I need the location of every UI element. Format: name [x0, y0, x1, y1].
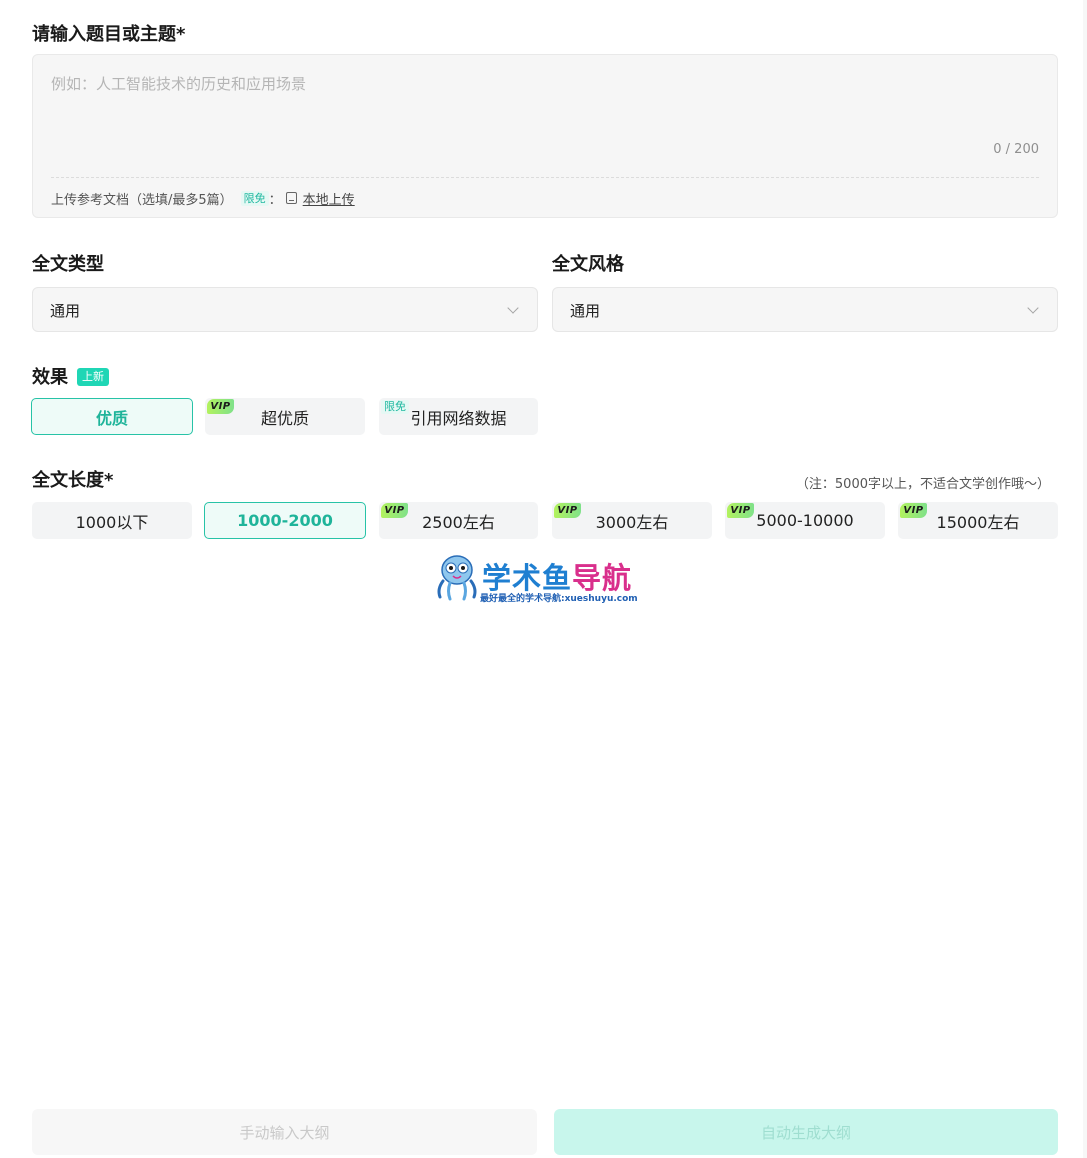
page: 请输入题目或主题* 例如：人工智能技术的历史和应用场景 0 / 200 上传参考…	[0, 0, 1087, 1158]
length-note: （注：5000字以上，不适合文学创作哦～）	[795, 477, 1050, 492]
logo-title-accent: 导航	[572, 561, 633, 595]
length-label: 全文长度*	[32, 470, 114, 491]
manual-outline-button[interactable]: 手动输入大纲	[32, 1109, 537, 1155]
length-option-label: 5000-10000	[756, 511, 854, 530]
length-option-under-1000[interactable]: 1000以下	[32, 502, 192, 539]
free-tag: 限免	[240, 190, 269, 206]
length-option-2500[interactable]: VIP 2500左右	[379, 502, 538, 539]
effect-option-quality[interactable]: 优质	[31, 398, 193, 435]
scrollbar-track[interactable]	[1083, 0, 1087, 1158]
upload-row: 上传参考文档（选填/最多5篇） 限免 ： 本地上传	[51, 189, 355, 208]
length-option-label: 3000左右	[595, 512, 669, 532]
type-select[interactable]: 通用	[32, 287, 538, 332]
new-badge: 上新	[77, 368, 109, 386]
effect-label: 效果	[32, 367, 68, 388]
topic-divider	[51, 177, 1039, 178]
effect-option-web-data[interactable]: 限免 引用网络数据	[379, 398, 538, 435]
length-option-5000-10000[interactable]: VIP 5000-10000	[725, 502, 885, 539]
effect-option-premium[interactable]: VIP 超优质	[205, 398, 365, 435]
file-icon	[285, 192, 297, 204]
length-option-3000[interactable]: VIP 3000左右	[552, 502, 712, 539]
style-select[interactable]: 通用	[552, 287, 1058, 332]
vip-icon: VIP	[381, 503, 408, 518]
octopus-mascot-icon	[437, 555, 477, 601]
length-option-15000[interactable]: VIP 15000左右	[898, 502, 1058, 539]
vip-icon: VIP	[554, 503, 581, 518]
upload-text: 上传参考文档（选填/最多5篇）	[51, 192, 233, 208]
vip-icon: VIP	[900, 503, 927, 518]
free-tag: 限免	[381, 400, 409, 414]
logo-title-main: 学术鱼	[482, 561, 573, 595]
type-label: 全文类型	[32, 254, 104, 275]
style-label: 全文风格	[552, 254, 624, 275]
local-upload-label: 本地上传	[302, 192, 355, 208]
type-value: 通用	[50, 302, 81, 320]
length-option-label: 2500左右	[422, 512, 495, 532]
length-option-1000-2000[interactable]: 1000-2000	[204, 502, 366, 539]
effect-option-label: 超优质	[260, 408, 309, 428]
vip-icon: VIP	[207, 399, 234, 414]
effect-option-label: 引用网络数据	[410, 408, 507, 428]
xueshuyu-logo: 学术鱼导航 最好最全的学术导航:xueshuyu.com	[434, 553, 654, 605]
logo-subtitle: 最好最全的学术导航:xueshuyu.com	[480, 594, 638, 604]
upload-colon: ：	[268, 192, 282, 208]
vip-icon: VIP	[727, 503, 754, 518]
chevron-down-icon	[1027, 302, 1039, 314]
auto-outline-button[interactable]: 自动生成大纲	[554, 1109, 1058, 1155]
chevron-down-icon	[507, 302, 519, 314]
length-option-label: 15000左右	[936, 512, 1020, 532]
effect-option-label: 优质	[95, 408, 128, 428]
topic-label: 请输入题目或主题*	[32, 24, 186, 45]
local-upload-link[interactable]: 本地上传	[285, 189, 355, 208]
char-counter: 0 / 200	[993, 142, 1039, 157]
topic-placeholder: 例如：人工智能技术的历史和应用场景	[51, 75, 307, 93]
length-option-label: 1000以下	[75, 512, 149, 532]
topic-textarea[interactable]: 例如：人工智能技术的历史和应用场景 0 / 200 上传参考文档（选填/最多5篇…	[32, 54, 1058, 218]
style-value: 通用	[570, 302, 601, 320]
length-option-label: 1000-2000	[237, 511, 333, 530]
